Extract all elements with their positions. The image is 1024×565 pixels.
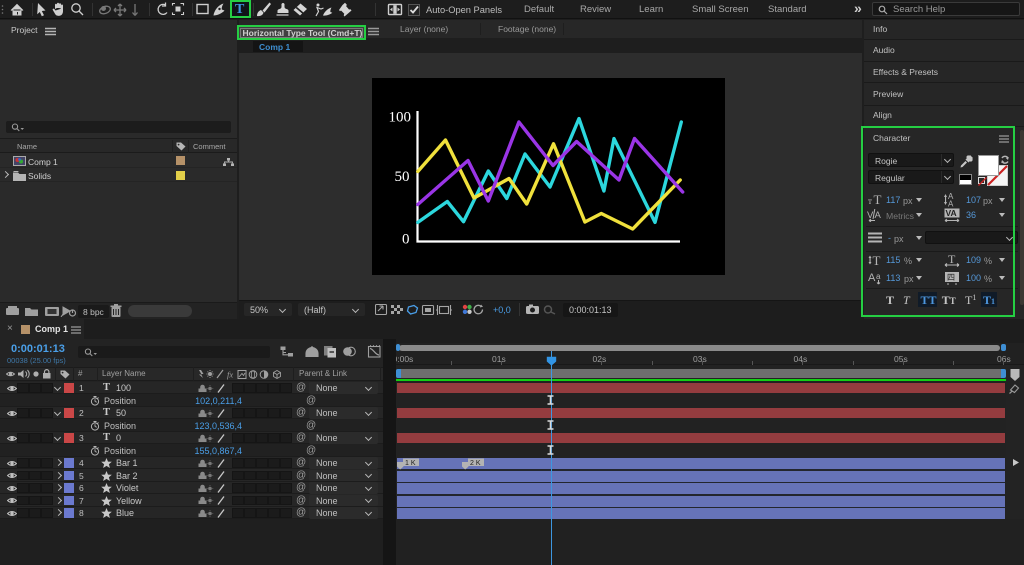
svg-text:1 K: 1 K — [405, 460, 416, 467]
svg-text:100: 100 — [389, 110, 412, 126]
svg-text:0: 0 — [402, 232, 410, 248]
svg-text:50: 50 — [395, 169, 410, 185]
svg-text:fx: fx — [227, 369, 233, 379]
svg-text:2 K: 2 K — [470, 460, 481, 467]
